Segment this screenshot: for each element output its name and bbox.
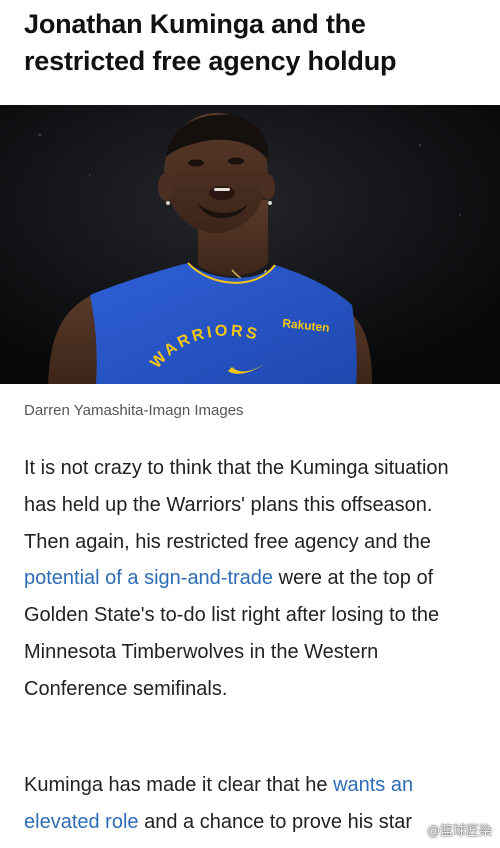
article-paragraph: Kuminga has made it clear that he wants … [24, 767, 479, 841]
article-headline: Jonathan Kuminga and the restricted free… [24, 9, 397, 76]
paragraph-text: and a chance to prove his star [138, 810, 413, 833]
photo-caption: Darren Yamashita-Imagn Images [24, 402, 244, 419]
article-photo: WARRIORS Rakuten [0, 105, 500, 384]
watermark: @篮球匠染 [426, 824, 492, 839]
paragraph-text: It is not crazy to think that the Kuming… [24, 457, 449, 553]
sign-and-trade-link[interactable]: potential of a sign-and-trade [24, 567, 273, 589]
paragraph-text: Kuminga has made it clear that he [24, 774, 334, 796]
article-paragraph: It is not crazy to think that the Kuming… [24, 450, 479, 708]
